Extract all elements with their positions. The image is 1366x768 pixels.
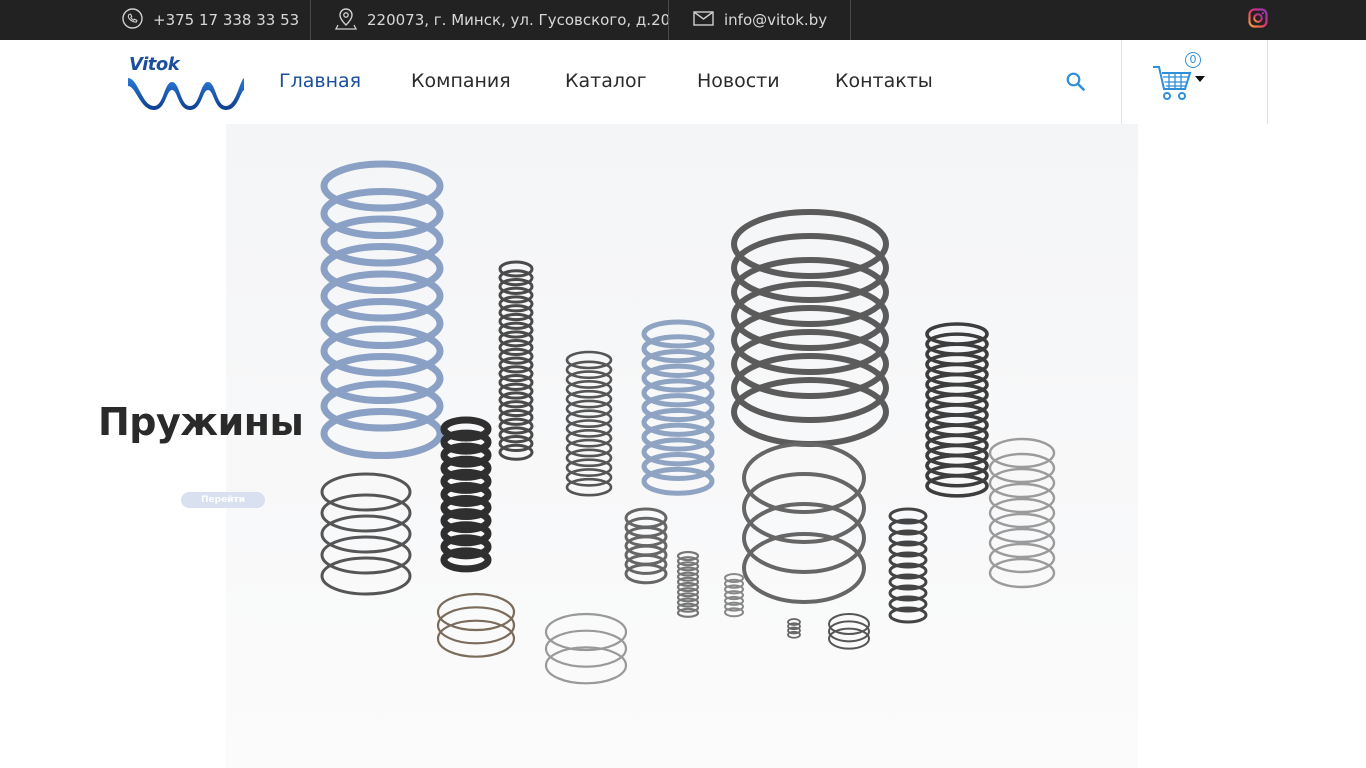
main-header: Vitok Главная Компания Каталог Новости К… <box>0 40 1366 124</box>
search-icon[interactable] <box>1064 70 1088 94</box>
mail-icon <box>693 10 714 30</box>
nav-home[interactable]: Главная <box>279 70 361 92</box>
divider <box>310 0 311 40</box>
nav-contacts[interactable]: Контакты <box>835 70 933 92</box>
nav-news[interactable]: Новости <box>697 70 780 92</box>
phone-text: +375 17 338 33 53 <box>153 11 300 29</box>
phone-link[interactable]: +375 17 338 33 53 <box>122 0 299 40</box>
divider <box>850 0 851 40</box>
map-pin-icon <box>334 6 358 34</box>
hero-go-button[interactable]: Перейти <box>181 492 265 508</box>
address-text: 220073, г. Минск, ул. Гусовского, д.20 <box>367 11 671 29</box>
logo[interactable]: Vitok <box>128 54 248 112</box>
hero-title: Пружины <box>98 400 304 444</box>
instagram-icon <box>1248 8 1268 32</box>
email-link[interactable]: info@vitok.by <box>693 0 827 40</box>
hero-image-springs <box>226 124 1138 768</box>
springs-illustration <box>226 124 1138 768</box>
top-bar: +375 17 338 33 53 220073, г. Минск, ул. … <box>0 0 1366 40</box>
divider <box>1267 40 1268 124</box>
email-text: info@vitok.by <box>724 11 828 29</box>
nav-catalog[interactable]: Каталог <box>565 70 647 92</box>
cart-button[interactable]: 0 <box>1152 52 1212 110</box>
cart-count-badge: 0 <box>1185 52 1201 68</box>
nav-company[interactable]: Компания <box>411 70 511 92</box>
divider <box>1121 40 1122 124</box>
phone-icon <box>122 7 143 33</box>
divider <box>668 0 669 40</box>
caret-down-icon[interactable] <box>1195 76 1205 83</box>
logo-text: Vitok <box>129 54 180 75</box>
instagram-link[interactable] <box>1248 0 1268 40</box>
cart-icon <box>1153 66 1192 100</box>
address-info: 220073, г. Минск, ул. Гусовского, д.20 <box>334 0 671 40</box>
logo-wave-icon <box>128 78 244 110</box>
